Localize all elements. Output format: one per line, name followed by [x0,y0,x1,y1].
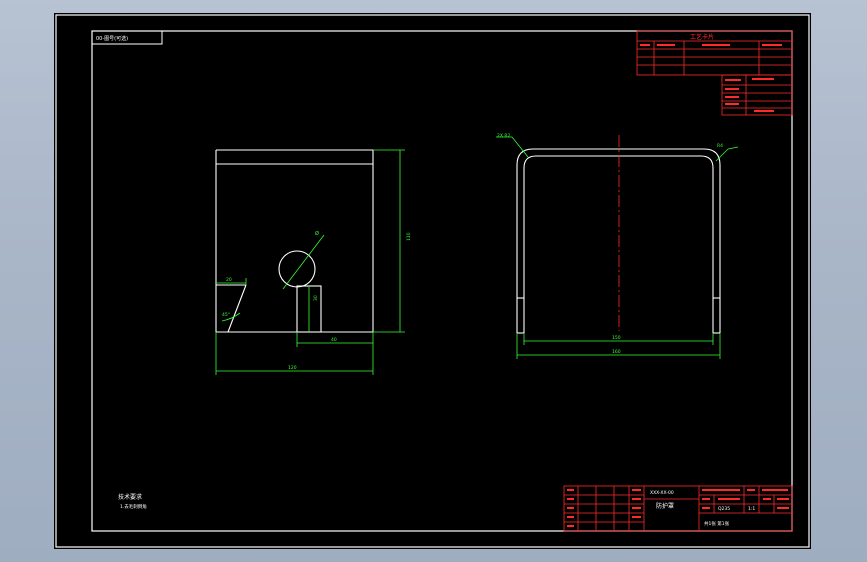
left-view-outline [215,149,374,333]
right-view-dimensions [496,136,739,359]
technical-notes: 技术要求 1.去毛刺倒角 [118,493,147,510]
right-view: 2X R2 R4 150 160 [496,133,739,359]
right-view-outline [516,148,721,334]
title-scale: 1:1 [748,506,755,512]
left-view: 110 120 40 30 20 45° Ø [215,149,412,375]
notes-heading: 技术要求 [118,493,142,501]
title-part-name: 防护罩 [656,502,674,510]
dim-width-label: 120 [288,365,297,371]
drawing-border [91,30,793,532]
process-card-header-marks [640,44,782,46]
radius-left-label: 2X R2 [497,133,511,139]
outer-width-label: 160 [612,349,621,355]
revision-table-marks [725,78,774,112]
dim-chamfer-label: 20 [226,277,232,283]
title-sheet: 共1张 第1张 [704,520,730,527]
dim-slot-width-label: 40 [331,337,337,343]
drawing-viewport[interactable]: 00-图号(可选) 工艺卡片 110 120 40 30 20 45° Ø 2X… [54,13,811,549]
process-card-table [636,30,793,76]
radius-right-label: R4 [717,143,723,149]
left-view-dimensions [215,149,405,375]
outer-frame [55,14,810,548]
process-card-title: 工艺卡片 [690,33,714,41]
dim-angle-label: 45° [222,312,230,318]
title-material: Q235 [718,506,730,512]
cad-drawing: 00-图号(可选) 工艺卡片 110 120 40 30 20 45° Ø 2X… [55,14,810,548]
inner-width-label: 150 [612,335,621,341]
title-drawing-code: XXX-XX-00 [650,490,674,496]
title-block [563,485,793,532]
dim-slot-depth-label: 30 [313,295,319,301]
notes-item-1: 1.去毛刺倒角 [120,503,147,510]
drawing-number-box: 00-图号(可选) [91,30,163,45]
hole-circle [278,250,316,288]
dim-height-label: 110 [406,232,412,241]
dim-hole-label: Ø [315,230,319,237]
drawing-number-text: 00-图号(可选) [96,35,128,42]
